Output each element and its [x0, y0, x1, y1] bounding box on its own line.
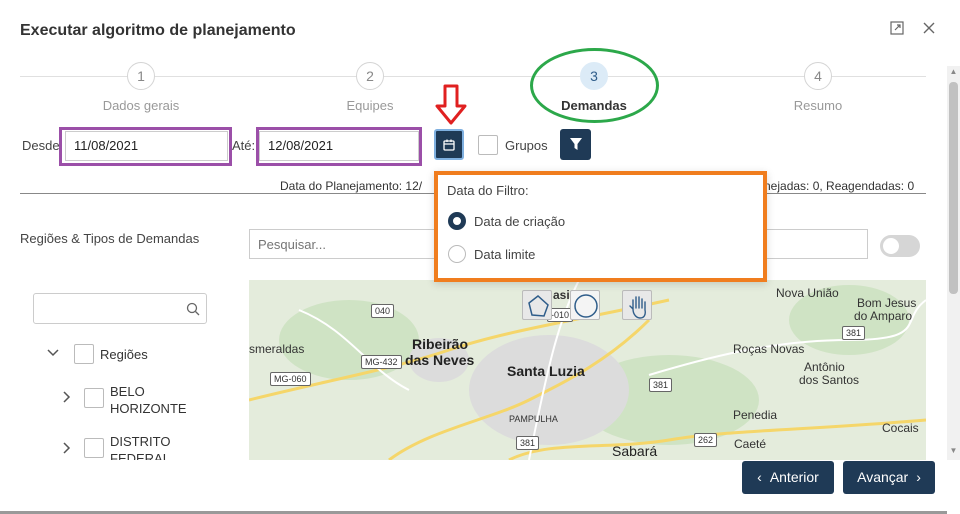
filter-date-popup: Data do Filtro: Data de criação Data lim…	[434, 171, 767, 282]
radio-deadline-date-label[interactable]: Data limite	[474, 247, 535, 262]
stepper-line	[20, 76, 926, 77]
filter-button[interactable]	[560, 129, 591, 160]
step-4-circle[interactable]: 4	[804, 62, 832, 90]
map-place-label: Nova União	[776, 286, 839, 300]
chevron-left-icon: ‹	[757, 469, 762, 485]
circle-icon	[574, 294, 598, 318]
step-2-circle[interactable]: 2	[356, 62, 384, 90]
tree-search-input[interactable]	[33, 293, 207, 324]
planning-date-text: Data do Planejamento: 12/	[280, 179, 423, 193]
scroll-down-icon[interactable]: ▼	[949, 446, 958, 455]
step-4-label: Resumo	[793, 98, 843, 113]
regions-root-checkbox[interactable]	[74, 344, 94, 364]
map-place-label: smeraldas	[249, 342, 305, 356]
expand-icon[interactable]	[886, 20, 908, 42]
groups-label: Grupos	[505, 138, 548, 153]
step-2-label: Equipes	[346, 98, 394, 113]
map[interactable]: Ribeirão das Neves smeraldas Santa Luzia…	[249, 280, 926, 460]
map-place-label: das Neves	[405, 352, 475, 368]
map-place-label: PAMPULHA	[509, 414, 558, 424]
next-button-label: Avançar	[857, 469, 909, 485]
popup-title: Data do Filtro:	[447, 183, 529, 198]
draw-circle-tool[interactable]	[570, 290, 600, 320]
map-place-label: asi	[553, 288, 570, 302]
polygon-icon	[528, 295, 549, 317]
chevron-right-icon: ›	[916, 469, 921, 485]
map-place-label: Penedia	[733, 408, 778, 422]
road-shield: 381	[516, 436, 540, 450]
pan-tool[interactable]	[622, 290, 652, 320]
calendar-button[interactable]	[434, 129, 464, 160]
road-shield: 381	[842, 326, 866, 340]
planning-stats-text: nejadas: 0, Reagendadas: 0	[764, 179, 915, 193]
step-1-label: Dados gerais	[102, 98, 180, 113]
radio-deadline-date[interactable]	[448, 245, 466, 263]
map-place-label: Roças Novas	[733, 342, 805, 356]
chevron-right-icon[interactable]	[62, 441, 72, 458]
tree-root-label: Regiões	[100, 347, 148, 362]
regions-label: Regiões & Tipos de Demandas	[20, 231, 200, 246]
road-shield: MG-432	[361, 355, 402, 369]
map-place-label: dos Santos	[799, 373, 860, 387]
map-place-label: Santa Luzia	[507, 363, 585, 379]
tree-item-checkbox[interactable]	[84, 438, 104, 458]
scroll-up-icon[interactable]: ▲	[949, 67, 958, 76]
map-place-label: Antônio	[804, 360, 845, 374]
draw-polygon-tool[interactable]	[522, 290, 552, 320]
chevron-down-icon[interactable]	[46, 345, 60, 361]
from-label: Desde	[22, 138, 60, 153]
close-icon[interactable]	[918, 20, 940, 42]
radio-creation-date[interactable]	[448, 212, 466, 230]
tree-item-label: BELO HORIZONTE	[110, 384, 187, 416]
toggle-switch[interactable]	[880, 235, 920, 257]
tree-item-clip: DISTRITO FEDERAL	[110, 433, 200, 460]
from-date-input[interactable]: 11/08/2021	[65, 131, 228, 161]
back-button-label: Anterior	[769, 469, 819, 485]
calendar-icon	[443, 139, 455, 151]
map-place-label: do Amparo	[854, 309, 913, 323]
road-shield: 381	[649, 378, 673, 392]
step-1-circle[interactable]: 1	[127, 62, 155, 90]
tree-item-checkbox[interactable]	[84, 388, 104, 408]
filter-icon	[569, 138, 582, 150]
map-place-label: Bom Jesus	[857, 296, 917, 310]
next-button[interactable]: Avançar ›	[843, 461, 935, 494]
map-place-label: Cocais	[882, 421, 919, 435]
hand-icon	[629, 296, 646, 319]
search-icon	[186, 302, 200, 316]
annotation-red-arrow-icon	[434, 84, 468, 131]
scrollbar-thumb[interactable]	[949, 82, 958, 294]
tree-item-label: DISTRITO FEDERAL	[110, 434, 171, 460]
groups-checkbox[interactable]	[478, 135, 498, 155]
road-shield: 040	[371, 304, 395, 318]
map-place-label: Ribeirão	[412, 336, 469, 352]
scrollbar[interactable]: ▲ ▼	[947, 66, 960, 460]
dialog-title: Executar algoritmo de planejamento	[20, 22, 296, 39]
map-place-label: Caeté	[734, 437, 767, 451]
to-label: Até:	[232, 138, 256, 153]
chevron-right-icon[interactable]	[62, 390, 72, 407]
annotation-green-ellipse	[530, 48, 659, 123]
road-shield: 262	[694, 433, 718, 447]
road-shield: MG-060	[270, 372, 311, 386]
toggle-knob	[883, 238, 899, 254]
back-button[interactable]: ‹ Anterior	[742, 461, 834, 494]
map-place-label: Sabará	[612, 443, 658, 459]
radio-creation-date-label[interactable]: Data de criação	[474, 214, 565, 229]
to-date-input[interactable]: 12/08/2021	[259, 131, 419, 161]
